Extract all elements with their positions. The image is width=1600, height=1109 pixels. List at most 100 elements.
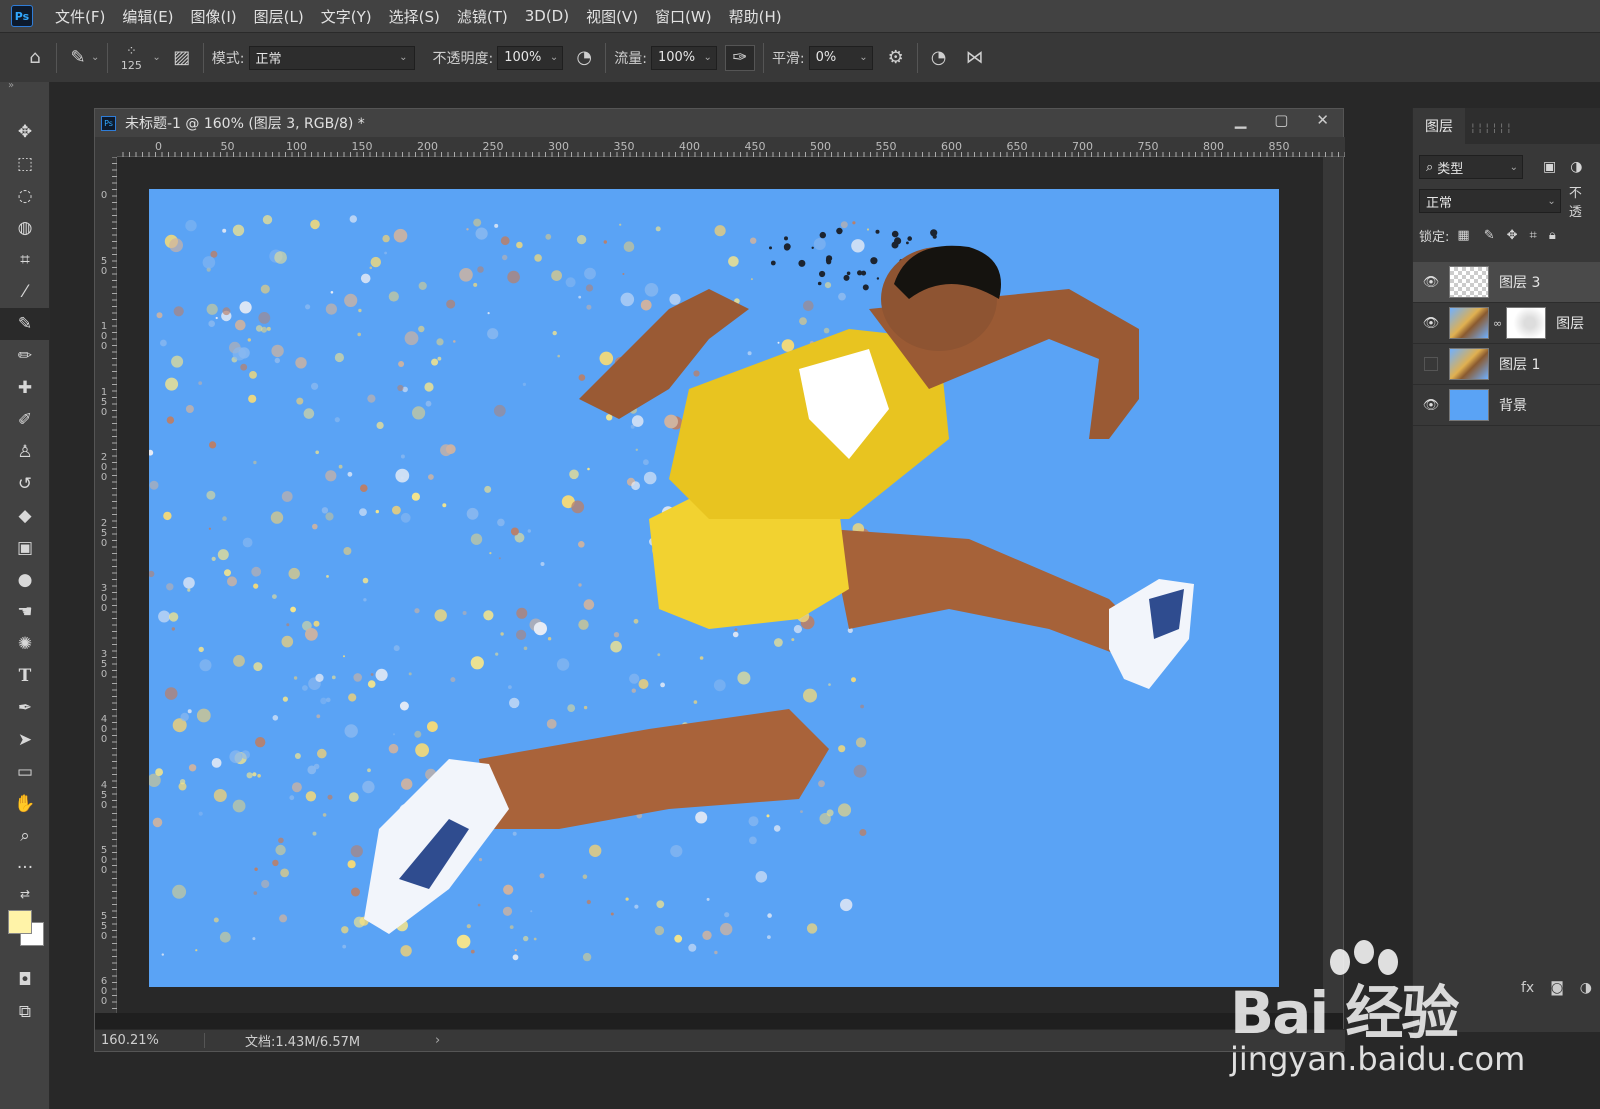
foreground-color-swatch[interactable] bbox=[8, 910, 32, 934]
menu-edit[interactable]: 编辑(E) bbox=[122, 6, 173, 27]
particle bbox=[160, 339, 167, 347]
marquee-tool-icon[interactable]: ⬚ bbox=[0, 148, 50, 180]
mixer-brush-tool-icon[interactable]: ✐ bbox=[0, 404, 50, 436]
menu-view[interactable]: 视图(V) bbox=[586, 6, 638, 27]
horizontal-ruler[interactable]: 0 50 100 150 200 250 300 350 400 450 500 550 600 650 7… bbox=[117, 137, 1345, 157]
stamp-tool-icon[interactable]: ♙ bbox=[0, 436, 50, 468]
hair-particle bbox=[891, 230, 899, 238]
eraser-tool-icon[interactable]: ◆ bbox=[0, 500, 50, 532]
layer-name: 图层 3 bbox=[1499, 275, 1541, 291]
menu-3d[interactable]: 3D(D) bbox=[525, 7, 569, 25]
brush-size-picker[interactable]: ⁘ 125 bbox=[116, 44, 146, 72]
smudge-tool-icon[interactable]: ☚ bbox=[0, 596, 50, 628]
vertical-scrollbar[interactable] bbox=[1323, 157, 1343, 1013]
particle bbox=[502, 906, 513, 916]
zoom-level[interactable]: 160.21% bbox=[95, 1033, 205, 1048]
home-icon[interactable]: ⌂ bbox=[22, 45, 48, 71]
lock-all-icon[interactable]: 🔒︎ bbox=[1549, 228, 1556, 243]
quick-mask-icon[interactable]: ◘ bbox=[0, 964, 50, 996]
menu-file[interactable]: 文件(F) bbox=[55, 6, 105, 27]
image-filter-icon[interactable]: ▣ bbox=[1543, 159, 1556, 175]
layer-row-layer2[interactable]: 👁︎ ∞ 图层 bbox=[1413, 303, 1600, 344]
airbrush-icon[interactable]: ✑ bbox=[724, 44, 755, 71]
pencil-tool-icon[interactable]: ✏ bbox=[0, 340, 50, 372]
healing-tool-icon[interactable]: ✚ bbox=[0, 372, 50, 404]
pressure-opacity-icon[interactable]: ◔ bbox=[571, 45, 597, 71]
type-tool-icon[interactable]: T bbox=[0, 660, 50, 692]
lock-position-icon[interactable]: ✥ bbox=[1507, 228, 1518, 243]
pressure-size-icon[interactable]: ◔ bbox=[926, 45, 952, 71]
canvas-area[interactable] bbox=[117, 157, 1325, 1013]
layer-filter-dropdown[interactable]: ⌕ 类型 ⌄ bbox=[1419, 155, 1523, 179]
blur-tool-icon[interactable]: ● bbox=[0, 564, 50, 596]
gradient-tool-icon[interactable]: ▣ bbox=[0, 532, 50, 564]
ruler-label: 300 bbox=[548, 140, 569, 153]
visibility-toggle-off[interactable] bbox=[1424, 357, 1438, 371]
minimize-icon[interactable]: ▁ bbox=[1235, 111, 1247, 129]
document-title-bar[interactable]: Ps 未标题-1 @ 160% (图层 3, RGB/8) * ▁ ▢ ✕ bbox=[95, 109, 1343, 137]
collapse-toolbar-icon[interactable]: » bbox=[0, 81, 49, 92]
lock-pixels-icon[interactable]: ✎ bbox=[1484, 228, 1495, 243]
menu-filter[interactable]: 滤镜(T) bbox=[457, 6, 508, 27]
particle bbox=[855, 737, 867, 748]
menu-window[interactable]: 窗口(W) bbox=[655, 6, 712, 27]
swap-colors-icon[interactable]: ⇄ bbox=[0, 884, 50, 904]
rectangle-tool-icon[interactable]: ▭ bbox=[0, 756, 50, 788]
particle bbox=[587, 467, 590, 471]
layer-row-layer3[interactable]: 👁︎ 图层 3 bbox=[1413, 262, 1600, 303]
smoothing-field[interactable]: 0% ⌄ bbox=[808, 45, 873, 70]
vertical-ruler[interactable]: 0 50 100 150 200 250 300 350 400 450 500 550 600 bbox=[95, 157, 117, 1013]
crop-tool-icon[interactable]: ⌗ bbox=[0, 244, 50, 276]
layer-mask-thumbnail[interactable] bbox=[1506, 307, 1547, 339]
brush-preset-icon[interactable]: ✎ bbox=[65, 45, 91, 71]
adjustment-filter-icon[interactable]: ◑ bbox=[1570, 159, 1582, 175]
particle bbox=[576, 234, 587, 245]
menu-image[interactable]: 图像(I) bbox=[191, 6, 237, 27]
ruler-corner[interactable] bbox=[95, 137, 117, 157]
close-icon[interactable]: ✕ bbox=[1316, 111, 1329, 129]
pen-tool-icon[interactable]: ✒ bbox=[0, 692, 50, 724]
path-select-tool-icon[interactable]: ➤ bbox=[0, 724, 50, 756]
visibility-eye-icon[interactable]: 👁︎ bbox=[1413, 316, 1449, 331]
lock-artboard-icon[interactable]: ⌗ bbox=[1530, 228, 1537, 243]
symmetry-butterfly-icon[interactable]: ⋈ bbox=[962, 45, 988, 71]
more-tools-icon[interactable]: ··· bbox=[0, 852, 50, 884]
menu-type[interactable]: 文字(Y) bbox=[321, 6, 372, 27]
mode-dropdown[interactable]: 正常 ⌄ bbox=[248, 45, 415, 70]
eyedropper-tool-icon[interactable]: ⁄ bbox=[0, 276, 50, 308]
flow-field[interactable]: 100% ⌄ bbox=[650, 45, 717, 70]
opacity-label: 不透明度: bbox=[432, 50, 494, 67]
watermark-url: jingyan.baidu.com bbox=[1230, 1040, 1526, 1078]
menu-select[interactable]: 选择(S) bbox=[389, 6, 440, 27]
menu-layer[interactable]: 图层(L) bbox=[254, 6, 304, 27]
hand-tool-icon[interactable]: ✋ bbox=[0, 788, 50, 820]
blend-mode-dropdown[interactable]: 正常 ⌄ bbox=[1419, 189, 1561, 213]
gear-icon[interactable]: ⚙ bbox=[883, 45, 909, 71]
particle bbox=[571, 500, 585, 514]
canvas[interactable] bbox=[149, 189, 1279, 987]
particle bbox=[255, 325, 263, 332]
visibility-eye-icon[interactable]: 👁︎ bbox=[1413, 275, 1449, 290]
zoom-tool-icon[interactable]: ⌕ bbox=[0, 820, 50, 852]
lock-transparent-icon[interactable]: ▦ bbox=[1457, 228, 1469, 243]
particle bbox=[348, 693, 357, 702]
screen-mode-icon[interactable]: ⧉ bbox=[0, 996, 50, 1028]
layer-row-background[interactable]: 👁︎ 背景 bbox=[1413, 385, 1600, 426]
sponge-tool-icon[interactable]: ✺ bbox=[0, 628, 50, 660]
lasso-tool-icon[interactable]: ◌ bbox=[0, 180, 50, 212]
layer-row-layer1[interactable]: 图层 1 bbox=[1413, 344, 1600, 385]
brush-settings-panel-icon[interactable]: ▨ bbox=[169, 45, 195, 71]
chevron-right-icon[interactable]: › bbox=[435, 1033, 440, 1048]
visibility-eye-icon[interactable]: 👁︎ bbox=[1413, 398, 1449, 413]
move-tool-icon[interactable]: ✥ bbox=[0, 116, 50, 148]
other-tabs[interactable]: ¦ ¦ ¦ ¦ ¦ ¦ bbox=[1465, 121, 1517, 144]
maximize-icon[interactable]: ▢ bbox=[1274, 111, 1288, 129]
menu-help[interactable]: 帮助(H) bbox=[729, 6, 782, 27]
history-brush-tool-icon[interactable]: ↺ bbox=[0, 468, 50, 500]
chain-link-icon[interactable]: ∞ bbox=[1493, 317, 1502, 330]
opacity-field[interactable]: 100% ⌄ bbox=[497, 45, 564, 70]
brush-tool-icon[interactable]: ✎ bbox=[0, 308, 50, 340]
tab-layers[interactable]: 图层 bbox=[1413, 108, 1465, 144]
quick-select-tool-icon[interactable]: ◍ bbox=[0, 212, 50, 244]
particle bbox=[565, 277, 576, 288]
